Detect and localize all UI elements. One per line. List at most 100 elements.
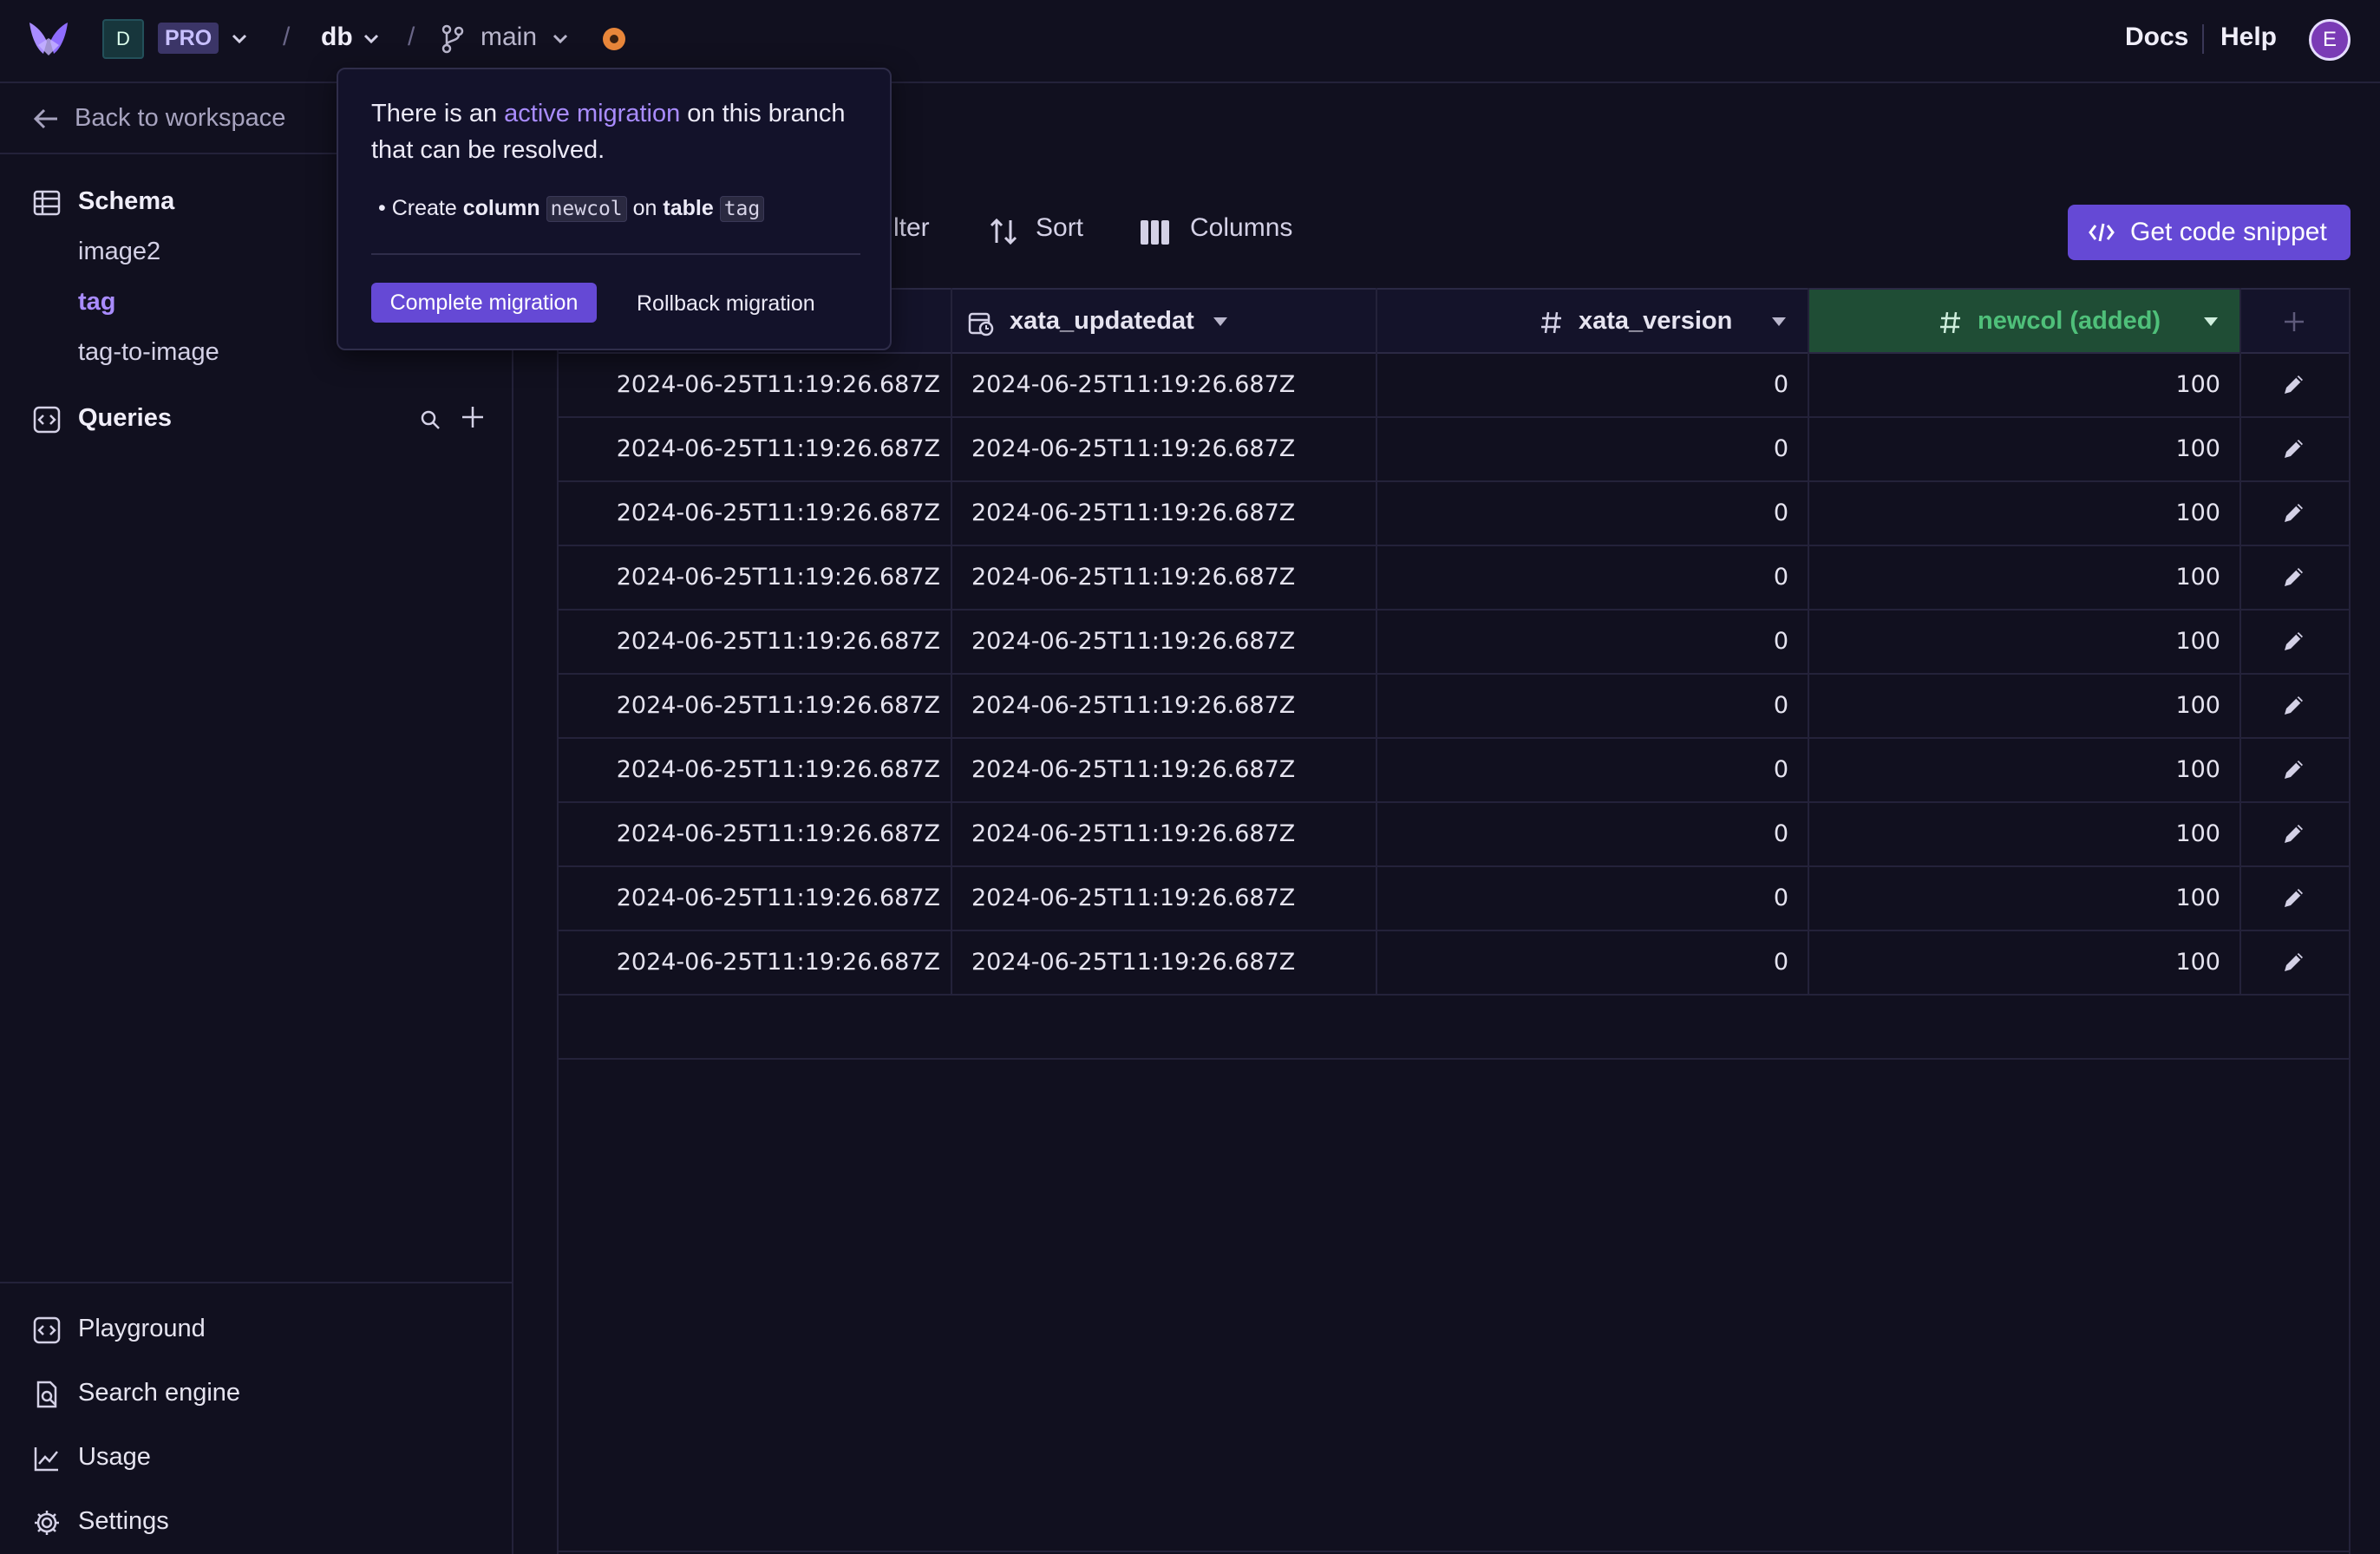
edit-pencil-icon[interactable] [2281,371,2307,397]
migration-status-icon[interactable] [603,28,625,50]
table-cell[interactable]: 2024-06-25T11:19:26.687Z [971,564,1370,591]
queries-title[interactable]: Queries [78,404,172,433]
caret-down-icon[interactable] [1213,316,1228,328]
column-header-newcol-added[interactable]: newcol (added) [1809,288,2239,354]
divider [371,253,860,255]
table-row[interactable]: 2024-06-25T11:19:26.687Z 2024-06-25T11:19… [559,675,2349,739]
table-row[interactable]: 2024-06-25T11:19:26.687Z 2024-06-25T11:19… [559,931,2349,996]
column-header-xata-updatedat[interactable]: xata_updatedat [952,288,1376,354]
database-selector[interactable]: db [321,23,353,52]
active-migration-link[interactable]: active migration [504,100,680,127]
workspace-avatar[interactable]: D [102,19,144,59]
table-cell[interactable]: 2024-06-25T11:19:26.687Z [559,820,940,847]
add-query-icon[interactable] [460,404,486,430]
schema-title[interactable]: Schema [78,187,174,216]
table-cell[interactable]: 2024-06-25T11:19:26.687Z [971,820,1370,847]
search-icon[interactable] [418,408,442,432]
chevron-down-icon[interactable] [231,33,248,45]
table-row[interactable]: 2024-06-25T11:19:26.687Z 2024-06-25T11:19… [559,610,2349,675]
table-cell[interactable]: 2024-06-25T11:19:26.687Z [559,756,940,783]
table-cell[interactable]: 2024-06-25T11:19:26.687Z [559,500,940,526]
chevron-down-icon[interactable] [552,33,569,45]
table-cell[interactable]: 2024-06-25T11:19:26.687Z [559,435,940,462]
chevron-down-icon[interactable] [363,33,380,45]
table-cell[interactable]: 100 [1809,564,2220,591]
edit-pencil-icon[interactable] [2281,820,2307,846]
migration-step: • Create column newcol on table tag [378,196,765,222]
table-row[interactable]: 2024-06-25T11:19:26.687Z 2024-06-25T11:19… [559,739,2349,803]
edit-pencil-icon[interactable] [2281,756,2307,782]
table-cell[interactable]: 2024-06-25T11:19:26.687Z [559,885,940,911]
sidebar-item-tag[interactable]: tag [78,288,116,317]
table-cell[interactable]: 100 [1809,500,2220,526]
column-title: xata_version [1579,307,1733,335]
table-cell[interactable]: 0 [1377,949,1788,976]
table-cell[interactable]: 100 [1809,885,2220,911]
table-cell[interactable]: 2024-06-25T11:19:26.687Z [559,692,940,719]
table-cell[interactable]: 0 [1377,500,1788,526]
table-cell[interactable]: 2024-06-25T11:19:26.687Z [971,628,1370,655]
xata-logo-icon[interactable] [28,19,69,57]
row-divider [559,994,2349,996]
rollback-migration-button[interactable]: Rollback migration [637,291,815,317]
table-cell[interactable]: 0 [1377,756,1788,783]
table-cell[interactable]: 2024-06-25T11:19:26.687Z [971,435,1370,462]
edit-pencil-icon[interactable] [2281,500,2307,526]
table-cell[interactable]: 2024-06-25T11:19:26.687Z [971,500,1370,526]
table-cell[interactable]: 100 [1809,371,2220,398]
edit-pencil-icon[interactable] [2281,885,2307,911]
sidebar-item-image2[interactable]: image2 [78,238,160,266]
snippet-label: Get code snippet [2130,218,2327,246]
user-avatar[interactable]: E [2309,19,2351,61]
table-cell[interactable]: 0 [1377,820,1788,847]
column-header-xata-version[interactable]: xata_version [1377,288,1808,354]
caret-down-icon[interactable] [1771,316,1787,328]
table-cell[interactable]: 2024-06-25T11:19:26.687Z [971,756,1370,783]
table-cell[interactable]: 2024-06-25T11:19:26.687Z [559,371,940,398]
table-cell[interactable]: 0 [1377,692,1788,719]
table-cell[interactable]: 2024-06-25T11:19:26.687Z [559,628,940,655]
table-cell[interactable]: 100 [1809,756,2220,783]
nav-label-settings: Settings [78,1507,169,1535]
table-cell[interactable]: 0 [1377,628,1788,655]
code-icon [33,1316,61,1344]
complete-migration-button[interactable]: Complete migration [371,283,597,323]
get-code-snippet-button[interactable]: Get code snippet [2068,205,2351,260]
edit-pencil-icon[interactable] [2281,628,2307,654]
table-cell[interactable]: 2024-06-25T11:19:26.687Z [559,949,940,976]
bullet-icon: • [378,196,392,220]
code-icon [33,406,61,434]
branch-selector[interactable]: main [481,23,537,52]
edit-pencil-icon[interactable] [2281,564,2307,590]
caret-down-icon[interactable] [2203,316,2219,328]
table-cell[interactable]: 2024-06-25T11:19:26.687Z [559,564,940,591]
table-cell[interactable]: 2024-06-25T11:19:26.687Z [971,949,1370,976]
table-cell[interactable]: 2024-06-25T11:19:26.687Z [971,885,1370,911]
table-row[interactable]: 2024-06-25T11:19:26.687Z 2024-06-25T11:19… [559,803,2349,867]
table-cell[interactable]: 100 [1809,628,2220,655]
table-cell[interactable]: 2024-06-25T11:19:26.687Z [971,371,1370,398]
table-cell[interactable]: 100 [1809,949,2220,976]
table-cell[interactable]: 0 [1377,435,1788,462]
table-cell[interactable]: 0 [1377,371,1788,398]
table-cell[interactable]: 2024-06-25T11:19:26.687Z [971,692,1370,719]
table-row[interactable]: 2024-06-25T11:19:26.687Z 2024-06-25T11:19… [559,418,2349,482]
table-cell[interactable]: 100 [1809,820,2220,847]
help-link[interactable]: Help [2220,23,2277,52]
table-row[interactable]: 2024-06-25T11:19:26.687Z 2024-06-25T11:19… [559,867,2349,931]
edit-pencil-icon[interactable] [2281,435,2307,461]
add-column-button[interactable] [2241,288,2349,354]
edit-pencil-icon[interactable] [2281,692,2307,718]
table-row[interactable]: 2024-06-25T11:19:26.687Z 2024-06-25T11:19… [559,546,2349,610]
table-cell[interactable]: 100 [1809,692,2220,719]
docs-link[interactable]: Docs [2125,23,2188,52]
edit-pencil-icon[interactable] [2281,949,2307,975]
table-row[interactable]: 2024-06-25T11:19:26.687Z 2024-06-25T11:19… [559,354,2349,418]
table-cell[interactable]: 0 [1377,885,1788,911]
nav-label-search-engine: Search engine [78,1379,241,1407]
table-cell[interactable]: 100 [1809,435,2220,462]
sidebar-item-tag-to-image[interactable]: tag-to-image [78,338,219,367]
table-cell[interactable]: 0 [1377,564,1788,591]
table-row[interactable]: 2024-06-25T11:19:26.687Z 2024-06-25T11:19… [559,482,2349,546]
filter-button[interactable]: lter [893,213,930,243]
